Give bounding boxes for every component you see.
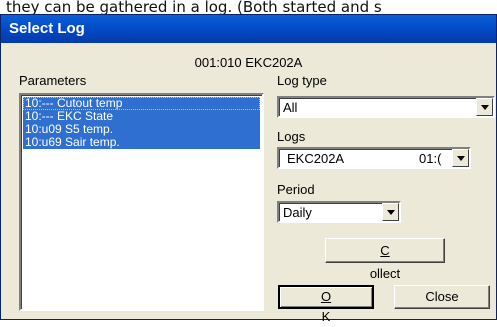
select-log-dialog: Select Log 001:010 EKC202A Parameters 10… — [0, 14, 497, 324]
ok-button-label: OK — [320, 289, 332, 324]
chevron-down-icon — [457, 156, 465, 161]
parameters-label: Parameters — [19, 73, 87, 88]
log-type-label: Log type — [277, 73, 327, 88]
log-type-value: All — [283, 100, 298, 115]
period-select[interactable]: Daily — [277, 201, 401, 223]
logs-name-value: EKC202A — [287, 151, 345, 166]
ok-button[interactable]: OK — [278, 285, 374, 324]
log-type-dropdown-button[interactable] — [476, 98, 493, 116]
collect-button-label: Collect — [369, 243, 401, 281]
period-dropdown-button[interactable] — [382, 203, 399, 221]
period-label: Period — [277, 182, 315, 197]
device-label: 001:010 EKC202A — [194, 55, 303, 70]
logs-label: Logs — [277, 129, 306, 144]
parameters-list[interactable]: 10:--- Cutout temp 10:--- EKC State 10:u… — [19, 93, 264, 311]
logs-dropdown-button[interactable] — [452, 149, 469, 167]
dialog-title: Select Log — [1, 15, 496, 43]
parameter-item[interactable]: 10:u69 Sair temp. — [23, 136, 260, 149]
logs-select[interactable]: EKC202A 01:( — [277, 147, 471, 169]
close-button[interactable]: Close — [394, 285, 490, 309]
collect-button[interactable]: Collect — [325, 238, 445, 281]
period-value: Daily — [283, 205, 312, 220]
logs-id-value: 01:( — [419, 151, 442, 166]
log-type-select[interactable]: All — [277, 96, 495, 118]
chevron-down-icon — [387, 210, 395, 215]
chevron-down-icon — [481, 105, 489, 110]
